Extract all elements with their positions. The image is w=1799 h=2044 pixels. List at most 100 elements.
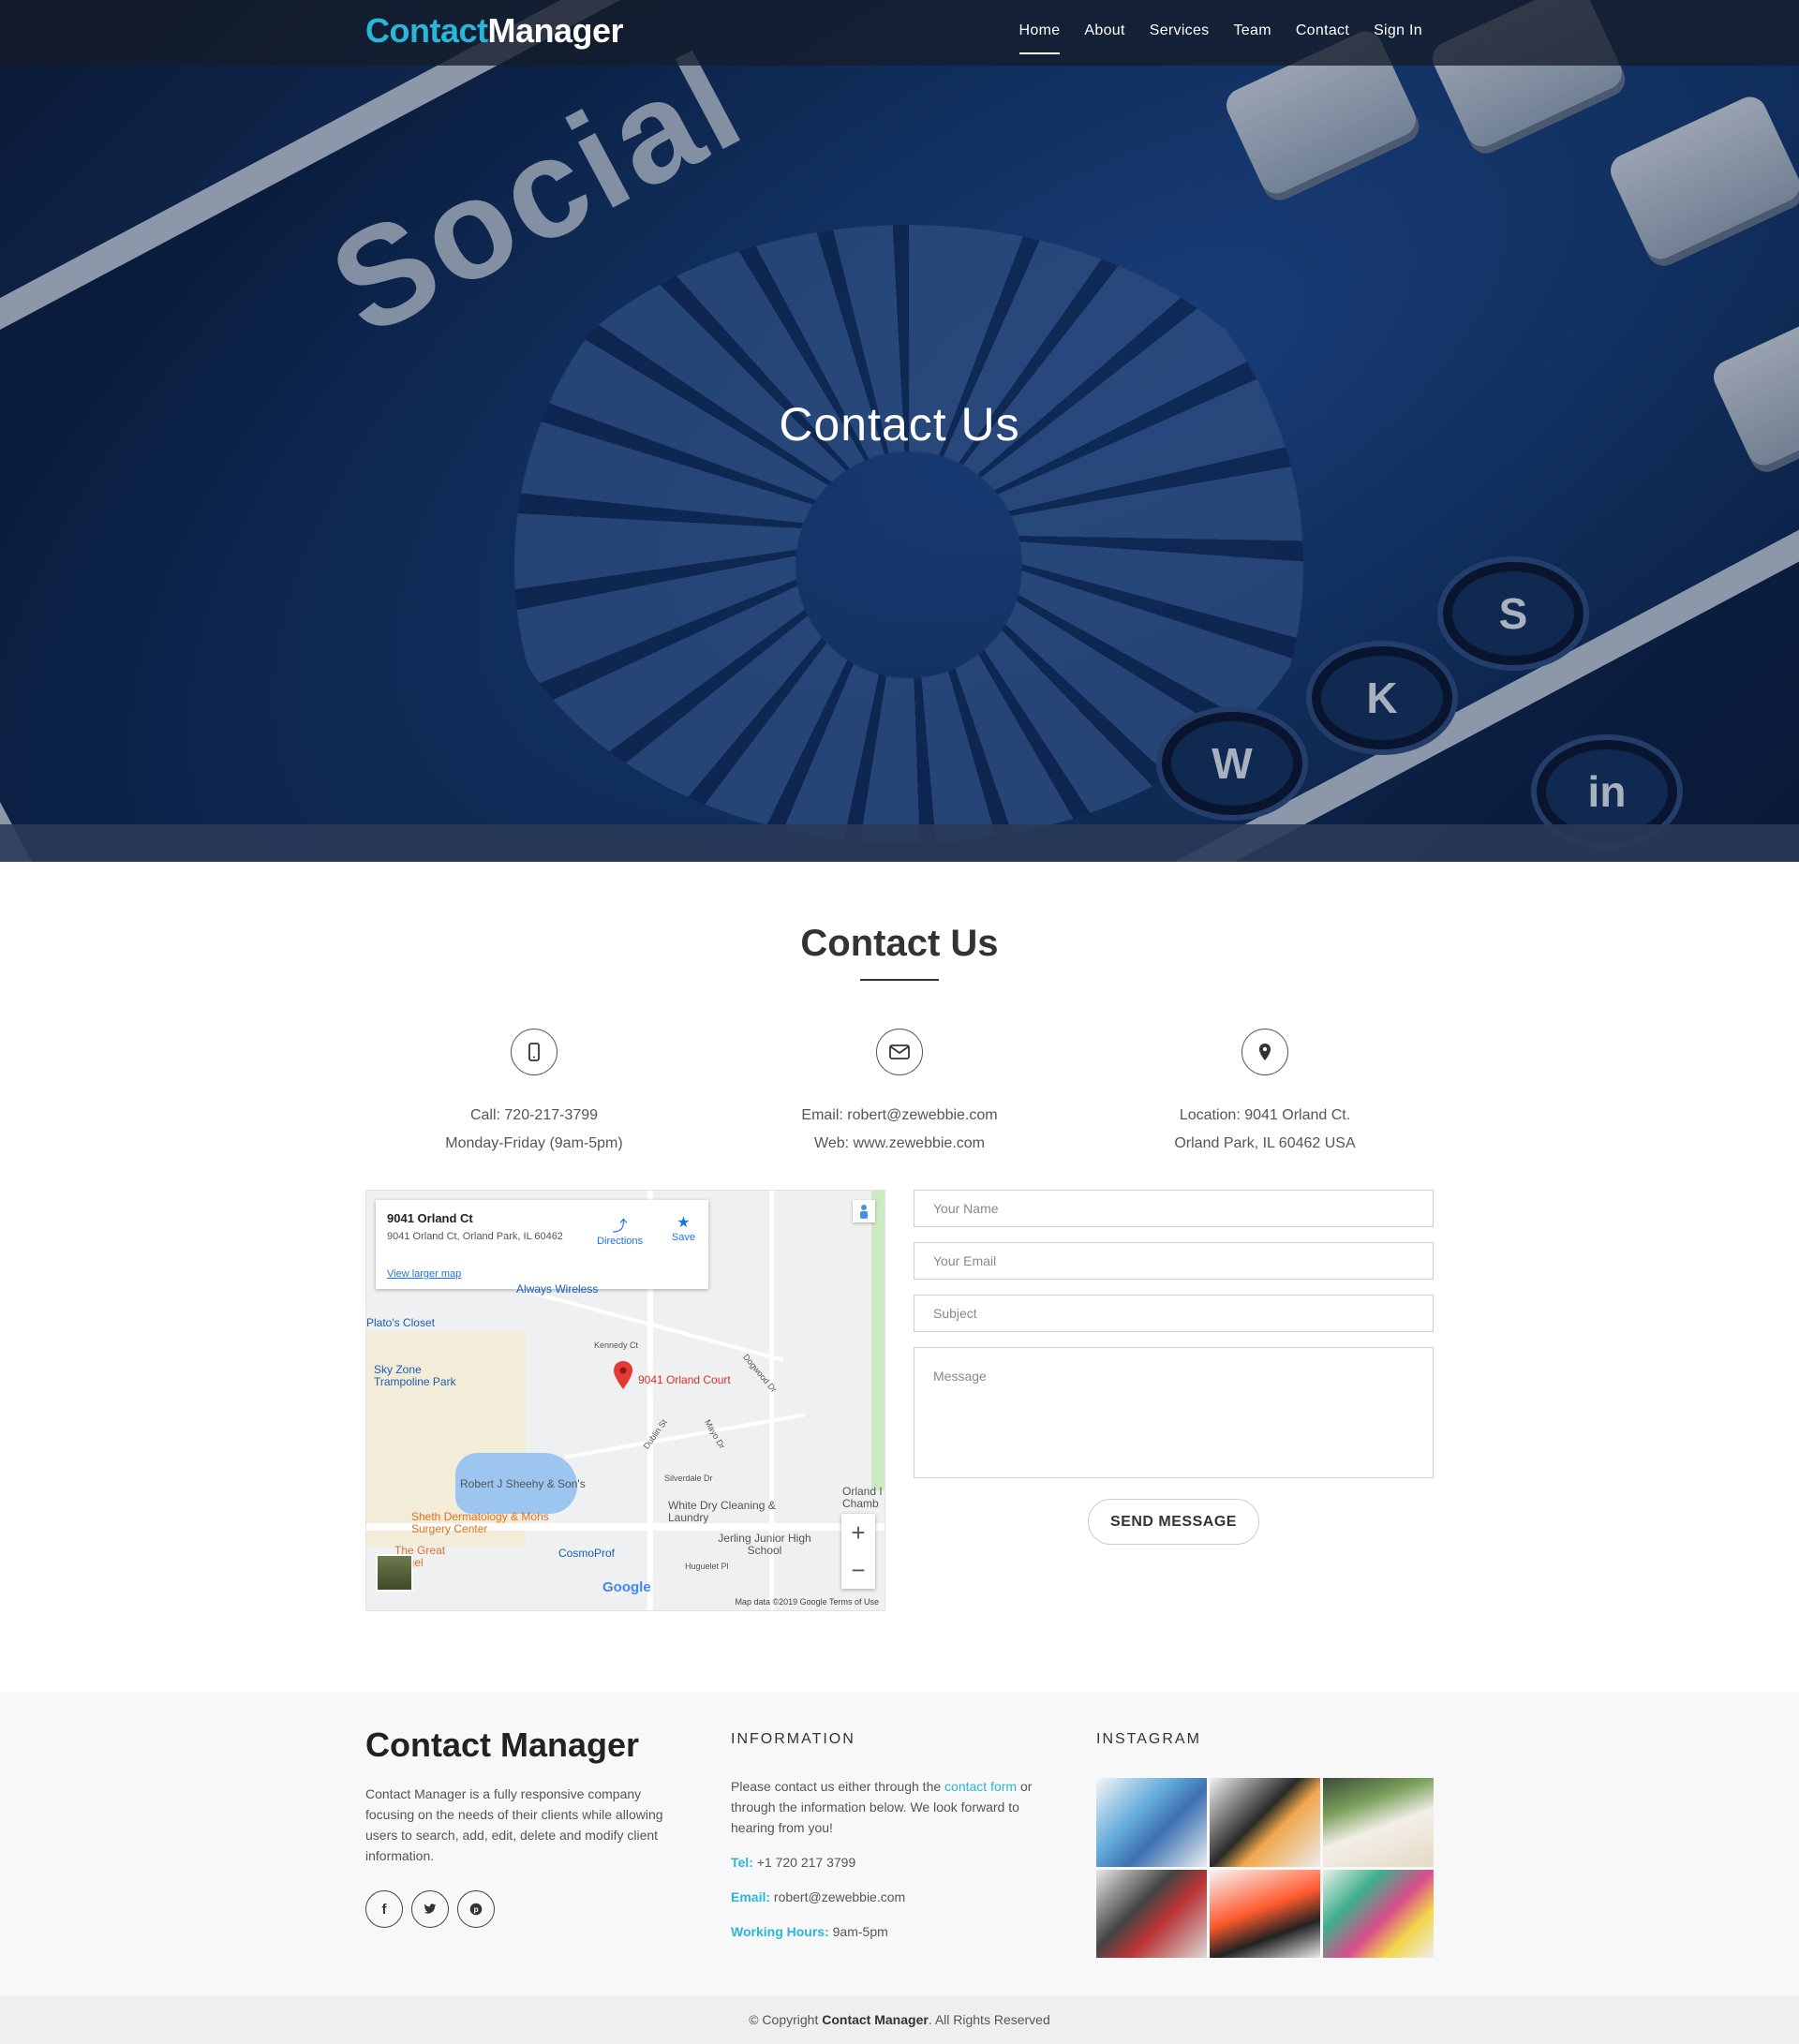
twitter-icon[interactable] — [411, 1890, 449, 1928]
hero-title: Contact Us — [779, 398, 1020, 451]
hours-value: 9am-5pm — [828, 1924, 888, 1939]
nav-home[interactable]: Home — [1018, 22, 1061, 54]
map-pin-icon[interactable] — [613, 1361, 633, 1389]
footer-social-links: f p — [365, 1890, 495, 1928]
map-label: Jerling Junior High School — [718, 1532, 811, 1557]
map-label: Sky Zone Trampoline Park — [374, 1363, 456, 1388]
tel-label: Tel: — [731, 1855, 753, 1870]
svg-text:p: p — [473, 1904, 478, 1914]
instagram-photo[interactable] — [1096, 1869, 1207, 1958]
map-label: Sheth Dermatology & Mohs Surgery Center — [411, 1510, 549, 1535]
hero-bottom-strip — [0, 824, 1799, 862]
map-card-title: 9041 Orland Ct — [387, 1211, 473, 1225]
google-logo: Google — [602, 1579, 651, 1595]
map-footer-text: Map data ©2019 Google Terms of Use — [735, 1597, 879, 1607]
section-title-underline — [860, 979, 939, 981]
site-footer: Contact Manager Contact Manager is a ful… — [0, 1692, 1799, 1996]
top-navbar: ContactManager Home About Services Team … — [0, 0, 1799, 66]
map-label: CosmoProf — [558, 1547, 616, 1560]
map-satellite-thumbnail[interactable] — [376, 1554, 413, 1592]
tel-value: +1 720 217 3799 — [752, 1855, 856, 1870]
location-line1: Location: 9041 Orland Ct. — [1179, 1107, 1351, 1123]
info-call: Call: 720-217-3799 Monday-Friday (9am-5p… — [384, 1029, 684, 1158]
map-label: Silverdale Dr — [664, 1474, 713, 1483]
map-label: Kennedy Ct — [594, 1340, 639, 1350]
map-green-strip — [871, 1191, 885, 1490]
zoom-in-button[interactable]: + — [841, 1514, 875, 1551]
map-label: Plato's Closet — [366, 1316, 435, 1329]
envelope-icon — [876, 1029, 923, 1075]
email-address: Email: robert@zewebbie.com — [801, 1107, 998, 1123]
nav-services[interactable]: Services — [1150, 22, 1210, 39]
view-larger-map-link[interactable]: View larger map — [387, 1268, 461, 1280]
google-map[interactable]: 9041 Orland Ct 9041 Orland Ct, Orland Pa… — [365, 1190, 885, 1611]
call-hours: Monday-Friday (9am-5pm) — [445, 1135, 623, 1151]
footer-tel: Tel: +1 720 217 3799 — [731, 1855, 855, 1870]
location-line2: Orland Park, IL 60462 USA — [1174, 1135, 1356, 1151]
email-label: Email: — [731, 1889, 771, 1904]
email-value: robert@zewebbie.com — [770, 1889, 906, 1904]
footer-email: Email: robert@zewebbie.com — [731, 1889, 905, 1904]
logo-part-manager: Manager — [487, 11, 624, 50]
map-label: Orland I Chamb — [842, 1485, 883, 1510]
subject-input[interactable]: Subject — [914, 1295, 1434, 1332]
instagram-photo[interactable] — [1323, 1778, 1434, 1867]
map-label: Huguelet Pl — [685, 1562, 729, 1571]
nav-team[interactable]: Team — [1234, 22, 1271, 39]
map-label: Robert J Sheehy & Son's — [460, 1477, 586, 1490]
instagram-photo[interactable] — [1210, 1778, 1320, 1867]
copyright-brand: Contact Manager — [822, 2012, 929, 2027]
map-label: Mayo Dr — [703, 1417, 727, 1451]
location-pin-icon — [1241, 1029, 1288, 1075]
map-directions-button[interactable]: ⤴ Directions — [597, 1213, 643, 1247]
info-email: Email: robert@zewebbie.com Web: www.zewe… — [750, 1029, 1049, 1158]
nav-about[interactable]: About — [1084, 22, 1124, 39]
map-directions-label: Directions — [597, 1236, 643, 1247]
your-name-input[interactable]: Your Name — [914, 1190, 1434, 1227]
section-title: Contact Us — [800, 923, 999, 964]
footer-brand: Contact Manager — [365, 1726, 640, 1764]
message-textarea[interactable]: Message — [914, 1347, 1434, 1478]
copyright-prefix: © Copyright — [749, 2012, 823, 2027]
star-icon: ★ — [676, 1215, 691, 1231]
contact-form-link[interactable]: contact form — [944, 1779, 1017, 1794]
info-location: Location: 9041 Orland Ct. Orland Park, I… — [1115, 1029, 1415, 1158]
copyright-bar: © Copyright Contact Manager. All Rights … — [0, 1996, 1799, 2044]
instagram-photo[interactable] — [1210, 1869, 1320, 1958]
footer-instagram-heading: INSTAGRAM — [1096, 1731, 1201, 1747]
logo-part-contact: Contact — [365, 11, 488, 50]
map-label: Dublin St — [641, 1417, 669, 1451]
nav-menu: Home About Services Team Contact Sign In — [1018, 22, 1422, 54]
map-label-pinned: 9041 Orland Court — [638, 1373, 731, 1386]
map-label: White Dry Cleaning & Laundry — [668, 1499, 776, 1524]
info-text-part1: Please contact us either through the — [731, 1779, 945, 1794]
map-card-address: 9041 Orland Ct, Orland Park, IL 60462 — [387, 1231, 563, 1242]
map-info-card: 9041 Orland Ct 9041 Orland Ct, Orland Pa… — [376, 1200, 708, 1289]
map-save-label: Save — [671, 1232, 695, 1243]
instagram-photo[interactable] — [1096, 1778, 1207, 1867]
map-save-button[interactable]: ★ Save — [672, 1213, 695, 1243]
map-zoom-control: + − — [841, 1514, 875, 1589]
send-message-button[interactable]: SEND MESSAGE — [1088, 1499, 1259, 1545]
phone-icon — [511, 1029, 558, 1075]
directions-icon: ⤴ — [612, 1219, 628, 1235]
zoom-out-button[interactable]: − — [841, 1551, 875, 1589]
footer-info-text: Please contact us either through the con… — [731, 1776, 1054, 1838]
your-email-input[interactable]: Your Email — [914, 1242, 1434, 1280]
hours-label: Working Hours: — [731, 1924, 829, 1939]
instagram-photo[interactable] — [1323, 1869, 1434, 1958]
pinterest-icon[interactable]: p — [457, 1890, 495, 1928]
nav-contact[interactable]: Contact — [1296, 22, 1349, 39]
footer-info-heading: INFORMATION — [731, 1731, 855, 1747]
call-number: Call: 720-217-3799 — [469, 1107, 599, 1123]
map-label: Always Wireless — [516, 1282, 599, 1296]
facebook-icon[interactable]: f — [365, 1890, 403, 1928]
pegman-icon[interactable] — [853, 1200, 875, 1222]
instagram-grid — [1096, 1778, 1434, 1958]
footer-hours: Working Hours: 9am-5pm — [731, 1924, 888, 1939]
site-logo[interactable]: ContactManager — [365, 11, 624, 51]
footer-description: Contact Manager is a fully responsive co… — [365, 1786, 663, 1863]
hero-banner: Social S K W in Contact Us — [0, 0, 1799, 862]
web-address: Web: www.zewebbie.com — [814, 1135, 985, 1151]
nav-sign-in[interactable]: Sign In — [1374, 22, 1422, 39]
